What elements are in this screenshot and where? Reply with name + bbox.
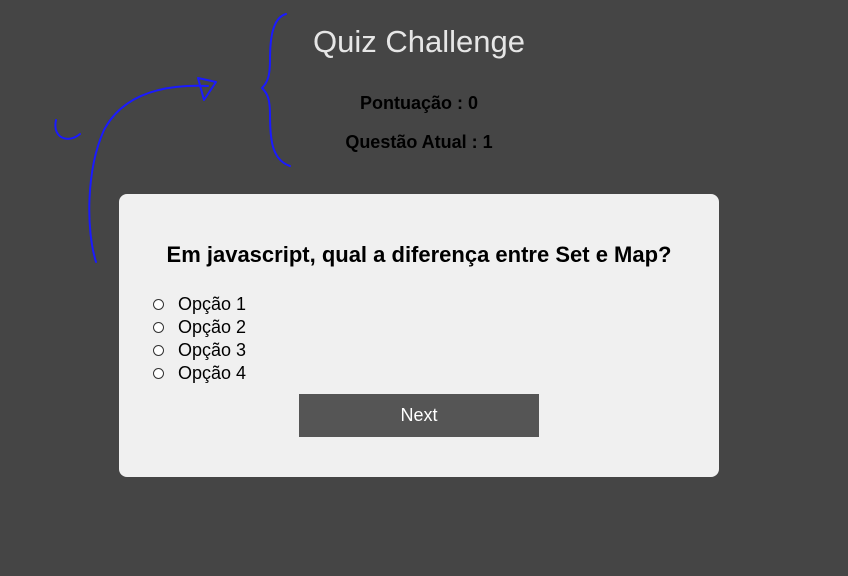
answer-options: Opção 1 Opção 2 Opção 3 Opção 4 (153, 293, 246, 385)
page-title: Quiz Challenge (313, 24, 525, 59)
option-3[interactable]: Opção 3 (153, 339, 246, 362)
option-4[interactable]: Opção 4 (153, 362, 246, 385)
quiz-page: Quiz Challenge Pontuação : 0 Questão Atu… (0, 0, 848, 576)
option-label: Opção 3 (178, 340, 247, 360)
radio-button[interactable] (153, 368, 164, 379)
radio-button[interactable] (153, 345, 164, 356)
option-1[interactable]: Opção 1 (153, 293, 246, 316)
radio-button[interactable] (153, 299, 164, 310)
option-label: Opção 2 (178, 317, 247, 337)
current-question-label: Questão Atual : 1 (345, 132, 493, 152)
option-label: Opção 4 (178, 363, 247, 383)
question-card: Em javascript, qual a diferença entre Se… (119, 194, 719, 477)
score-label: Pontuação : 0 (359, 93, 479, 113)
option-2[interactable]: Opção 2 (153, 316, 246, 339)
radio-button[interactable] (153, 322, 164, 333)
question-text: Em javascript, qual a diferença entre Se… (166, 242, 672, 267)
option-label: Opção 1 (178, 294, 247, 314)
next-button[interactable]: Next (299, 394, 539, 437)
